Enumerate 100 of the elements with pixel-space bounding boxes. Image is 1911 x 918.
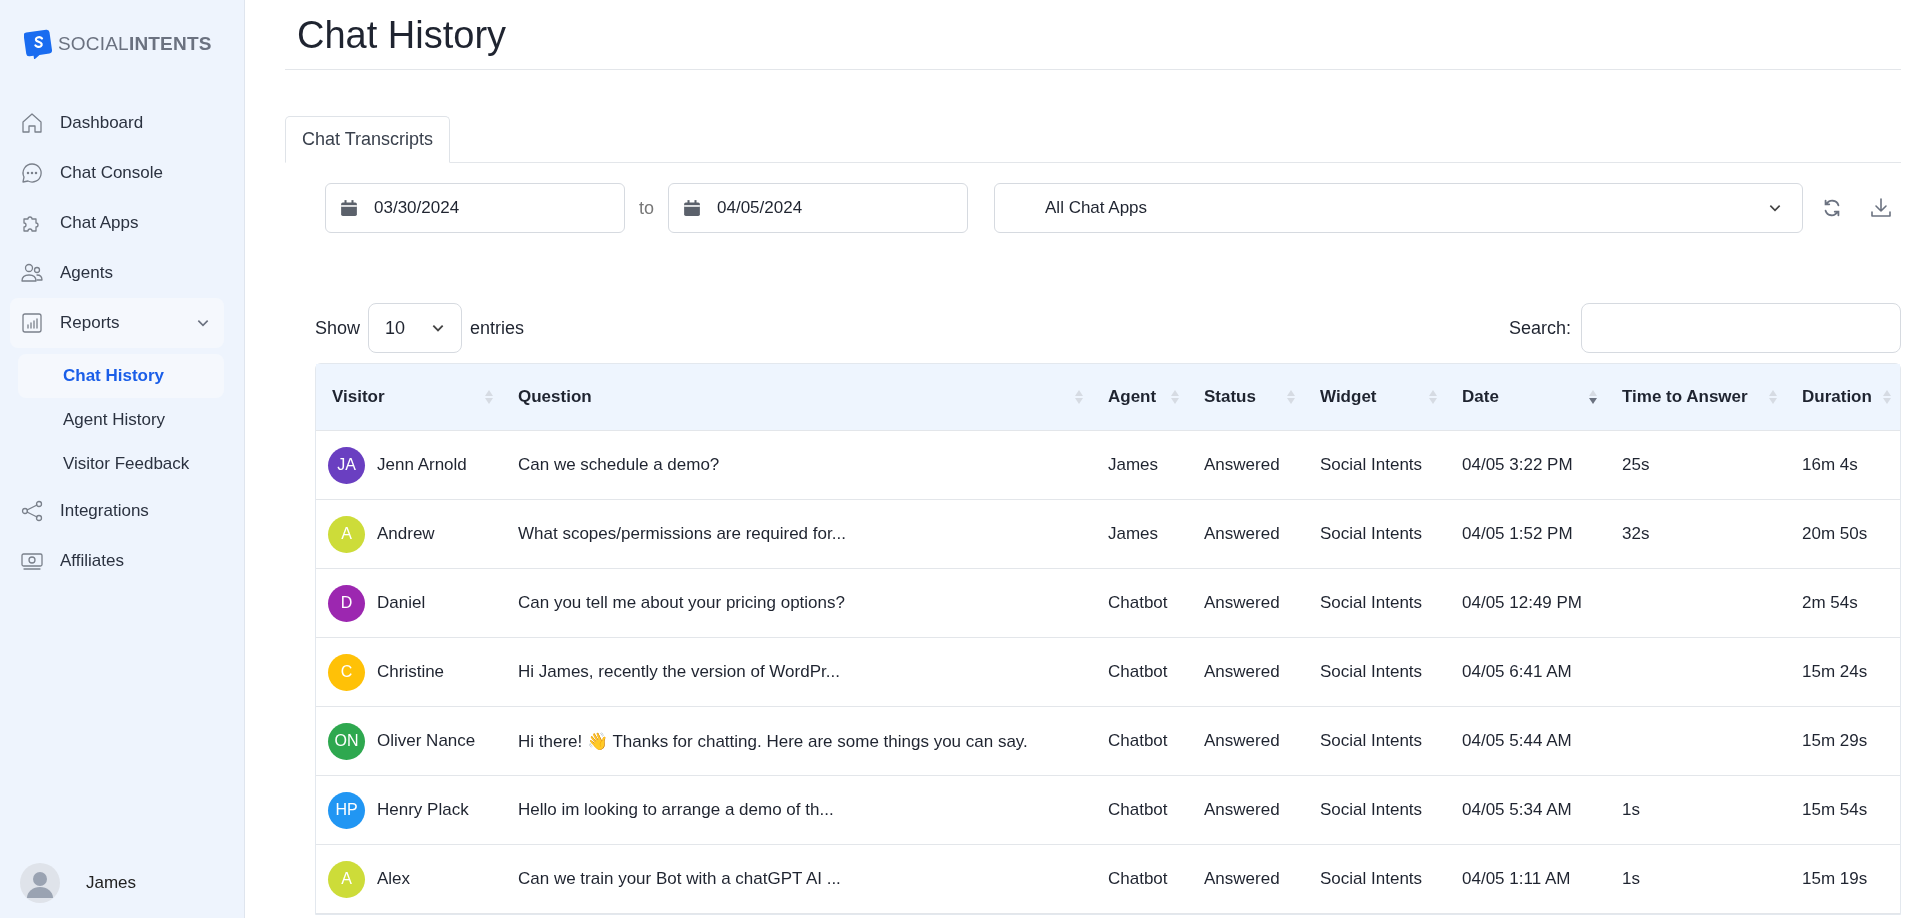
user-name: James — [86, 873, 137, 893]
chat-icon — [20, 161, 44, 185]
table-cell: 04/05 6:41 AM — [1462, 662, 1572, 682]
calendar-icon — [683, 199, 701, 217]
question-text: Can we schedule a demo? — [518, 455, 720, 475]
search-label: Search: — [1508, 317, 1571, 339]
table-cell: Social Intents — [1320, 662, 1423, 682]
date-field[interactable]: 03/30/2024 — [325, 183, 625, 233]
table-cell: Social Intents — [1320, 800, 1423, 820]
column-header[interactable]: Time to Answer — [1606, 364, 1786, 430]
table-cell: Social Intents — [1320, 869, 1423, 889]
table-cell: Social Intents — [1320, 524, 1423, 544]
table-cell: 15m 54s — [1802, 800, 1868, 820]
nav-subitem[interactable]: Chat History — [18, 354, 224, 398]
nav-item[interactable]: Agents — [10, 248, 224, 298]
table-cell: 15m 29s — [1802, 731, 1868, 751]
table-cell: 04/05 1:11 AM — [1462, 869, 1571, 889]
tab[interactable]: Chat Transcripts — [285, 116, 451, 163]
table-cell: Chatbot — [1108, 593, 1168, 613]
table-cell: Answered — [1204, 800, 1280, 820]
nav-item[interactable]: Integrations — [10, 486, 224, 536]
table-cell: 1s — [1622, 869, 1640, 889]
table-cell: Chatbot — [1108, 869, 1168, 889]
question-text: Hello im looking to arrange a demo of th... — [518, 800, 834, 820]
visitor-avatar: C — [328, 653, 365, 691]
question-text: What scopes/permissions are required for... — [518, 524, 846, 544]
visitor-name: Andrew — [377, 524, 435, 544]
calendar-icon — [340, 199, 358, 217]
column-header[interactable]: Question — [502, 364, 1092, 430]
column-header[interactable]: Status — [1188, 364, 1304, 430]
table-cell: 32s — [1622, 524, 1650, 544]
table-cell: 04/05 12:49 PM — [1462, 593, 1583, 613]
table-cell: Social Intents — [1320, 455, 1423, 475]
download-icon[interactable] — [1869, 196, 1893, 220]
table-cell: Answered — [1204, 593, 1280, 613]
table-cell: 04/05 3:22 PM — [1462, 455, 1573, 475]
table-cell: Social Intents — [1320, 731, 1423, 751]
column-header[interactable]: Visitor — [316, 364, 502, 430]
nav-item[interactable]: Dashboard — [10, 98, 224, 148]
table-cell: 20m 50s — [1802, 524, 1868, 544]
visitor-avatar: D — [328, 584, 365, 622]
date-field[interactable]: 04/05/2024 — [668, 183, 968, 233]
range-separator: to — [638, 197, 655, 219]
table-cell: 15m 24s — [1802, 662, 1868, 682]
column-header[interactable]: Agent — [1092, 364, 1188, 430]
column-header[interactable]: Date — [1446, 364, 1606, 430]
table-cell: Answered — [1204, 869, 1280, 889]
entries-dropdown[interactable]: 10 — [368, 303, 463, 353]
chart-icon — [20, 311, 44, 335]
visitor-avatar: ON — [328, 722, 365, 760]
question-text: Hi James, recently the version of WordPr... — [518, 662, 840, 682]
table-cell: Answered — [1204, 662, 1280, 682]
search-field[interactable] — [1581, 303, 1901, 353]
visitor-name: Jenn Arnold — [377, 455, 467, 475]
visitor-name: Daniel — [377, 593, 426, 613]
nav-item[interactable]: Reports — [10, 298, 224, 348]
table-cell: 25s — [1622, 455, 1650, 475]
logo-wordmark: SOCIALINTENTS — [58, 33, 212, 55]
table-cell: Answered — [1204, 731, 1280, 751]
table-cell: 04/05 5:44 AM — [1462, 731, 1572, 751]
logo-icon — [24, 29, 52, 59]
visitor-name: Henry Plack — [377, 800, 469, 820]
table-cell: 04/05 5:34 AM — [1462, 800, 1572, 820]
table-cell: Chatbot — [1108, 731, 1168, 751]
page-title: Chat History — [285, 0, 1901, 70]
table-cell: 04/05 1:52 PM — [1462, 524, 1573, 544]
user-avatar — [20, 863, 60, 903]
nav-item[interactable]: Affiliates — [10, 536, 224, 586]
question-text: Can you tell me about your pricing options? — [518, 593, 845, 613]
table-cell: Chatbot — [1108, 662, 1168, 682]
table-cell: 1s — [1622, 800, 1640, 820]
table-cell: James — [1108, 524, 1159, 544]
visitor-avatar: JA — [328, 446, 365, 484]
visitor-avatar: A — [328, 515, 365, 553]
table-cell: Social Intents — [1320, 593, 1423, 613]
column-header[interactable]: Duration — [1786, 364, 1900, 430]
nav-item[interactable]: Chat Apps — [10, 198, 224, 248]
question-text: Hi there! 👋 Thanks for chatting. Here are some things you can say. — [518, 730, 1028, 752]
nav-subitem[interactable]: Agent History — [18, 398, 224, 442]
question-text: Can we train your Bot with a chatGPT AI ... — [518, 869, 841, 889]
table-cell: 16m 4s — [1802, 455, 1858, 475]
table-cell: Answered — [1204, 524, 1280, 544]
visitor-name: Alex — [377, 869, 411, 889]
entries-label: entries — [470, 317, 525, 339]
table-cell: 15m 19s — [1802, 869, 1868, 889]
visitor-avatar: A — [328, 860, 365, 898]
column-header[interactable]: Widget — [1304, 364, 1446, 430]
table-cell: James — [1108, 455, 1159, 475]
table-cell: 2m 54s — [1802, 593, 1858, 613]
visitor-name: Christine — [377, 662, 445, 682]
visitor-avatar: HP — [328, 791, 365, 829]
visitor-name: Oliver Nance — [377, 731, 476, 751]
nav-subitem[interactable]: Visitor Feedback — [18, 442, 224, 486]
users-icon — [20, 261, 44, 285]
chat-app-dropdown[interactable]: All Chat Apps — [994, 183, 1803, 233]
nav-item[interactable]: Chat Console — [10, 148, 224, 198]
table-cell: Answered — [1204, 455, 1280, 475]
share-icon — [20, 499, 44, 523]
table-cell: Chatbot — [1108, 800, 1168, 820]
home-icon — [20, 111, 44, 135]
